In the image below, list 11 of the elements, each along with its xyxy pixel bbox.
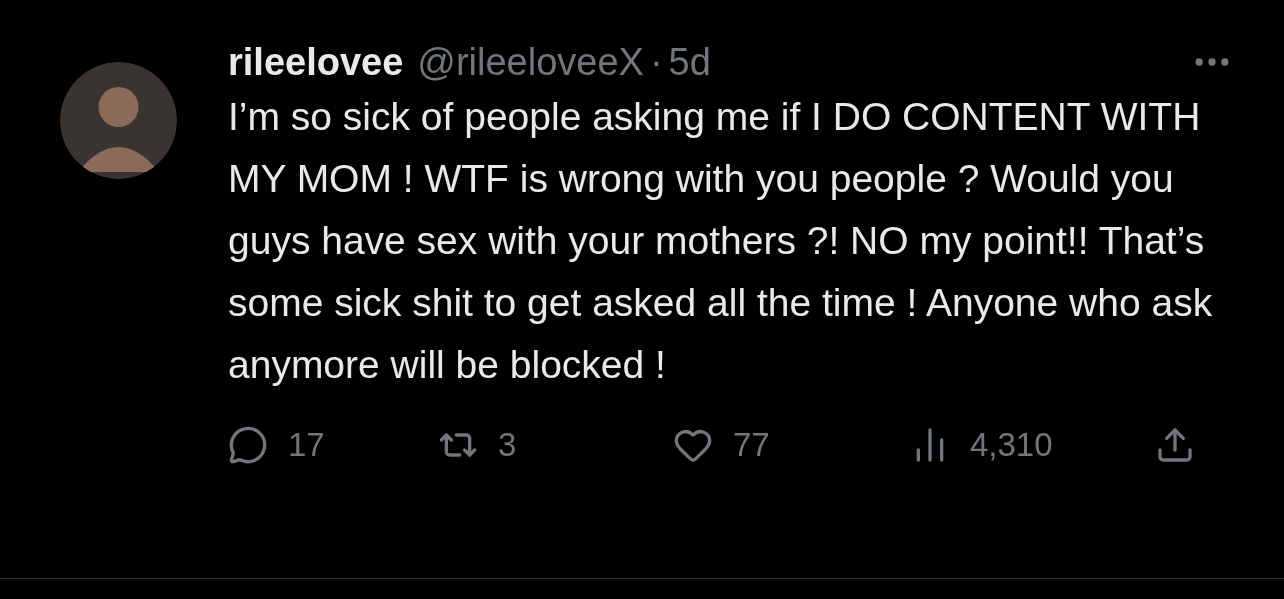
timestamp[interactable]: 5d xyxy=(668,43,711,81)
action-count: 3 xyxy=(498,425,517,465)
handle[interactable]: @rileeloveeX xyxy=(417,43,644,81)
display-name[interactable]: rileelovee xyxy=(228,43,404,81)
reply-icon[interactable] xyxy=(228,424,268,465)
action-count: 4,310 xyxy=(970,425,1053,465)
action-count: 77 xyxy=(733,425,770,465)
avatar[interactable] xyxy=(60,62,177,179)
action-count: 17 xyxy=(288,425,325,465)
tweet-text: I’m so sick of people asking me if I DO CONTENT WITH MY MOM ! WTF is wrong with you people ? Would you guys have sex with your mothers ?! NO my point!! That’s some sick shit to get asked all the time ! Anyone who ask anymore will be blocked ! xyxy=(228,94,1214,388)
separator: · xyxy=(649,43,663,81)
